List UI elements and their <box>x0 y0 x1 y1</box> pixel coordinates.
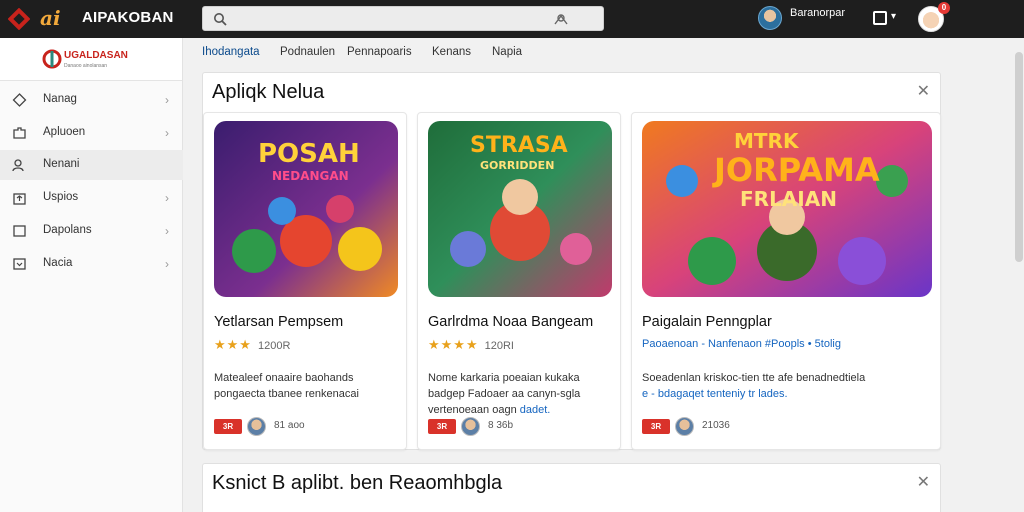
star-rating-icon: ★★★ <box>214 337 252 352</box>
banner-text: POSAH <box>258 139 360 169</box>
user-avatar[interactable] <box>758 6 782 30</box>
banner-text: MTRK <box>734 129 799 153</box>
sidebar-brand[interactable]: UGALDASAN Danaoo ainolansan <box>0 38 182 81</box>
tab-napia[interactable]: Napia <box>492 46 522 58</box>
square-icon <box>13 225 26 237</box>
app-card[interactable]: STRASA GORRIDDEN Garlrdma Noaa Bangeam ★… <box>417 112 621 450</box>
close-icon[interactable]: ✕ <box>917 472 930 492</box>
scrollbar[interactable] <box>1015 52 1023 262</box>
section-title: Ksnict B aplibt. ben Reaomhbgla <box>212 472 503 494</box>
description-text: Nome karkaria poeaian kukaka badgep Fado… <box>428 372 581 416</box>
diamond-icon <box>12 93 27 107</box>
tab-podnaulen[interactable]: Podnaulen <box>280 46 335 58</box>
sidebar-item-nacia[interactable]: Nacia › <box>0 249 183 279</box>
rating-badge: 3R <box>642 419 670 434</box>
app-description: Soeadenlan kriskoc-tien tte afe benadned… <box>642 370 932 402</box>
rating-count: 1200R <box>257 340 291 352</box>
close-icon[interactable]: ✕ <box>917 81 930 101</box>
chevron-right-icon: › <box>165 191 169 205</box>
image-search-icon[interactable] <box>553 12 569 26</box>
app-banner-image[interactable]: POSAH NEDANGAN <box>214 121 398 297</box>
app-banner-image[interactable]: STRASA GORRIDDEN <box>428 121 612 297</box>
developer-avatar[interactable] <box>461 417 480 436</box>
search-input[interactable] <box>235 10 535 28</box>
app-rating: ★★★★ 120RI <box>428 337 514 353</box>
sidebar-item-label: Apluoen <box>43 126 86 138</box>
brand-logo-icon <box>42 49 62 69</box>
sidebar-item-label: Nanag <box>43 93 77 105</box>
app-title[interactable]: Paigalain Penngplar <box>642 314 772 330</box>
user-name[interactable]: Baranorpar <box>790 7 845 19</box>
app-description: Nome karkaria poeaian kukaka badgep Fado… <box>428 370 608 418</box>
people-icon <box>12 159 24 172</box>
featured-apps-section: Apliqk Nelua ✕ POSAH NEDANGAN Yetlarsan … <box>202 72 941 450</box>
sidebar-item-dapolans[interactable]: Dapolans › <box>0 216 183 246</box>
section-title: Apliqk Nelua <box>212 81 325 103</box>
sidebar: UGALDASAN Danaoo ainolansan Nanag › Aplu… <box>0 38 183 512</box>
description-text: Soeadenlan kriskoc-tien tte afe benadned… <box>642 372 866 384</box>
puzzle-icon <box>13 127 26 139</box>
banner-text: STRASA <box>470 133 568 158</box>
rating-count: 120RI <box>484 340 514 352</box>
sidebar-item-label: Dapolans <box>43 224 92 236</box>
banner-subtext-2: FRLAIAN <box>740 187 837 211</box>
developer-avatar[interactable] <box>675 417 694 436</box>
notification-badge[interactable]: 0 <box>938 2 950 14</box>
description-link[interactable]: e - bdagaqet tenteniy tr lades. <box>642 388 788 400</box>
sidebar-item-label: Nenani <box>43 158 80 170</box>
brand-name: UGALDASAN <box>64 50 128 61</box>
chevron-right-icon: › <box>165 126 169 140</box>
app-description: Matealeef onaaire baohands pongaecta tba… <box>214 372 359 400</box>
banner-subtext: GORRIDDEN <box>480 159 555 172</box>
app-banner-image[interactable]: MTRK JORPAMA FRLAIAN <box>642 121 932 297</box>
app-title: AIPAKOBAN <box>82 9 174 26</box>
download-count: 8 36b <box>488 420 514 431</box>
tab-ihodangata[interactable]: Ihodangata <box>202 46 260 58</box>
chevron-right-icon: › <box>165 93 169 107</box>
upload-icon <box>13 193 26 205</box>
app-card[interactable]: POSAH NEDANGAN Yetlarsan Pempsem ★★★ 1200… <box>203 112 407 450</box>
search-bar[interactable] <box>202 6 604 31</box>
rating-badge: 3R <box>214 419 242 434</box>
app-logo-icon[interactable] <box>8 8 30 30</box>
sidebar-item-apluoen[interactable]: Apluoen › <box>0 118 183 148</box>
brand-glyph: ai <box>40 6 61 30</box>
download-box-icon <box>13 258 26 270</box>
brand-subtitle: Danaoo ainolansan <box>64 63 108 69</box>
chevron-right-icon: › <box>165 224 169 238</box>
recommended-section: Ksnict B aplibt. ben Reaomhbgla ✕ <box>202 463 941 512</box>
app-title[interactable]: Yetlarsan Pempsem <box>214 314 343 330</box>
banner-subtext: NEDANGAN <box>272 169 349 183</box>
chevron-right-icon: › <box>165 257 169 271</box>
app-card[interactable]: MTRK JORPAMA FRLAIAN Paigalain Penngplar… <box>631 112 941 450</box>
chevron-down-icon[interactable]: ▾ <box>891 11 896 22</box>
window-icon[interactable] <box>873 11 887 25</box>
download-count: 81 aoo <box>274 420 305 431</box>
tab-kenans[interactable]: Kenans <box>432 46 471 58</box>
sidebar-item-uspios[interactable]: Uspios › <box>0 183 183 213</box>
banner-subtext: JORPAMA <box>714 151 880 189</box>
sidebar-item-label: Uspios <box>43 191 79 203</box>
search-icon[interactable] <box>213 12 227 26</box>
app-title[interactable]: Garlrdma Noaa Bangeam <box>428 314 593 330</box>
sidebar-item-nenani[interactable]: Nenani <box>0 150 183 180</box>
app-tags[interactable]: Paoaenoan - Nanfenaon #Poopls • 5tolig <box>642 338 841 350</box>
developer-avatar[interactable] <box>247 417 266 436</box>
app-rating: ★★★ 1200R <box>214 337 290 353</box>
download-count: 21036 <box>702 420 730 431</box>
tab-pennapoaris[interactable]: Pennapoaris <box>347 46 412 58</box>
sidebar-item-label: Nacia <box>43 257 73 269</box>
description-link[interactable]: dadet. <box>520 404 551 416</box>
sidebar-item-nanag[interactable]: Nanag › <box>0 85 183 115</box>
top-bar: ai AIPAKOBAN Baranorpar ▾ 0 <box>0 0 1024 38</box>
star-rating-icon: ★★★★ <box>428 337 479 352</box>
rating-badge: 3R <box>428 419 456 434</box>
